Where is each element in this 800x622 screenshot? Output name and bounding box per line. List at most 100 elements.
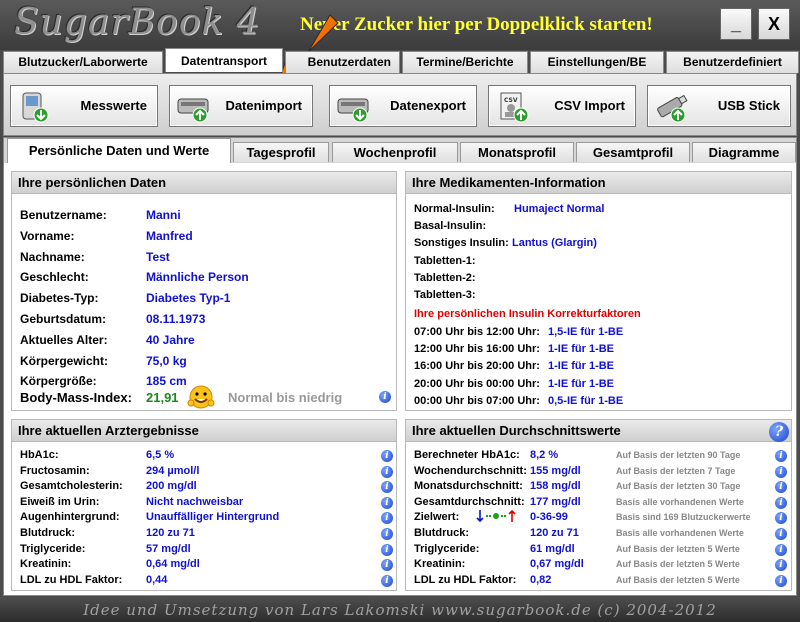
average-key: Berechneter HbA1c: xyxy=(414,449,520,461)
doctor-key: Eiweiß im Urin: xyxy=(20,495,100,508)
info-icon[interactable]: i xyxy=(381,450,393,462)
doctor-key: Kreatinin: xyxy=(20,558,72,571)
medication-key: Normal-Insulin: xyxy=(414,203,495,215)
average-basis: Auf Basis der letzten 7 Tage xyxy=(616,465,736,476)
tab-gesamtprofil[interactable]: Gesamtprofil xyxy=(576,142,690,162)
medication-key: Tabletten-1: xyxy=(414,254,476,267)
average-value: 0,82 xyxy=(530,573,552,586)
personal-value: Test xyxy=(146,249,170,264)
info-icon[interactable]: i xyxy=(775,465,787,478)
help-icon[interactable]: ? xyxy=(769,422,789,442)
minimize-button[interactable]: _ xyxy=(720,8,752,40)
average-value: 158 mg/dl xyxy=(530,480,581,493)
personal-key: Geschlecht: xyxy=(20,270,89,285)
doctor-key: Fructosamin: xyxy=(20,464,90,477)
info-icon[interactable]: i xyxy=(381,543,393,556)
datenimport-button[interactable]: Datenimport xyxy=(169,85,313,127)
info-icon[interactable]: i xyxy=(775,450,787,462)
doctor-value: 120 zu 71 xyxy=(146,527,195,539)
info-icon[interactable]: i xyxy=(775,496,787,509)
correction-time: 12:00 Uhr bis 16:00 Uhr: xyxy=(414,343,540,356)
tab-diagramme[interactable]: Diagramme xyxy=(692,142,796,162)
doctor-key: HbA1c: xyxy=(20,449,59,461)
info-icon[interactable]: i xyxy=(381,574,393,587)
doctor-value: 200 mg/dl xyxy=(146,480,197,493)
promo-text[interactable]: Neuer Zucker hier per Doppelklick starte… xyxy=(300,14,653,36)
pda-icon xyxy=(22,92,49,123)
info-icon[interactable]: i xyxy=(381,559,393,572)
personal-key: Körpergewicht: xyxy=(20,353,109,368)
personal-data-title: Ihre persönlichen Daten xyxy=(12,172,396,194)
correction-value: 1-IE für 1-BE xyxy=(548,377,615,390)
close-button[interactable]: X xyxy=(758,8,790,40)
info-icon[interactable]: i xyxy=(379,391,391,403)
average-value: 177 mg/dl xyxy=(530,495,581,508)
info-icon[interactable]: i xyxy=(381,496,393,509)
tab-persoenliche-daten[interactable]: Persönliche Daten und Werte xyxy=(7,138,231,164)
sub-tabs: Persönliche Daten und Werte Tagesprofil … xyxy=(3,137,797,164)
average-key: Wochendurchschnitt: xyxy=(414,464,527,477)
average-key: Zielwert: xyxy=(414,511,460,524)
usb-stick-button[interactable]: USB Stick xyxy=(647,85,791,127)
info-icon[interactable]: i xyxy=(775,528,787,540)
datenimport-label: Datenimport xyxy=(225,98,302,113)
messwerte-button[interactable]: Messwerte xyxy=(10,85,158,127)
personal-value: 40 Jahre xyxy=(146,332,195,347)
info-icon[interactable]: i xyxy=(775,543,787,556)
personal-key: Geburtsdatum: xyxy=(20,312,107,326)
average-value: 0,67 mg/dl xyxy=(530,558,584,571)
averages-panel: Ihre aktuellen Durchschnittswerte ? Bere… xyxy=(405,419,792,591)
personal-key: Vorname: xyxy=(20,228,75,243)
info-icon[interactable]: i xyxy=(381,528,393,540)
tab-monatsprofil[interactable]: Monatsprofil xyxy=(460,142,574,162)
doctor-value: 57 mg/dl xyxy=(146,542,191,555)
drive-export-icon xyxy=(337,98,369,123)
tab-einstellungen[interactable]: Einstellungen/BE xyxy=(530,51,664,73)
tab-tagesprofil[interactable]: Tagesprofil xyxy=(233,142,329,162)
personal-key: Benutzername: xyxy=(20,208,107,222)
personal-data-panel: Ihre persönlichen Daten Benutzername: Man… xyxy=(11,171,397,411)
info-icon[interactable]: i xyxy=(775,574,787,587)
datenexport-label: Datenexport xyxy=(390,98,466,113)
medication-key: Tabletten-2: xyxy=(414,271,476,284)
app-logo: SugarBook 4 xyxy=(14,2,261,43)
info-icon[interactable]: i xyxy=(775,512,787,525)
info-icon[interactable]: i xyxy=(775,481,787,494)
personal-key: Nachname: xyxy=(20,249,85,264)
correction-value: 1,5-IE für 1-BE xyxy=(548,326,624,338)
smiley-icon xyxy=(187,385,215,409)
bmi-label: Body-Mass-Index: xyxy=(20,390,132,405)
doctor-key: Triglyceride: xyxy=(20,542,86,555)
doctor-results-panel: Ihre aktuellen Arztergebnisse HbA1c: 6,5 … xyxy=(11,419,397,591)
csv-import-label: CSV Import xyxy=(554,98,625,113)
personal-value: 75,0 kg xyxy=(146,353,187,368)
info-icon[interactable]: i xyxy=(775,559,787,572)
info-icon[interactable]: i xyxy=(381,481,393,494)
datenexport-button[interactable]: Datenexport xyxy=(329,85,477,127)
personal-value: Männliche Person xyxy=(146,270,249,285)
medication-key: Tabletten-3: xyxy=(414,289,476,301)
tab-termine[interactable]: Termine/Berichte xyxy=(402,51,528,73)
info-icon[interactable]: i xyxy=(381,465,393,478)
average-basis: Auf Basis der letzten 5 Werte xyxy=(616,574,740,585)
tab-benutzerdaten[interactable]: Benutzerdaten xyxy=(285,51,400,73)
doctor-value: Nicht nachweisbar xyxy=(146,495,244,508)
correction-value: 1-IE für 1-BE xyxy=(548,343,615,356)
average-basis: Auf Basis der letzten 5 Werte xyxy=(616,543,740,554)
csv-import-button[interactable]: CSV CSV Import xyxy=(488,85,636,127)
tab-blutzucker[interactable]: Blutzucker/Laborwerte xyxy=(3,51,163,73)
correction-time: 00:00 Uhr bis 07:00 Uhr: xyxy=(414,394,540,407)
personal-key: Aktuelles Alter: xyxy=(20,332,108,347)
tab-benutzerdefiniert[interactable]: Benutzerdefiniert xyxy=(666,51,799,73)
medication-title: Ihre Medikamenten-Information xyxy=(406,172,791,194)
tab-datentransport[interactable]: Datentransport xyxy=(165,48,283,72)
average-value: 61 mg/dl xyxy=(530,542,575,555)
doctor-key: Augenhintergrund: xyxy=(20,511,120,524)
doctor-value: 294 µmol/l xyxy=(146,464,200,477)
doctor-key: Gesamtcholesterin: xyxy=(20,480,123,493)
tab-wochenprofil[interactable]: Wochenprofil xyxy=(332,142,458,162)
doctor-value: 0,44 xyxy=(146,573,168,586)
info-icon[interactable]: i xyxy=(381,512,393,525)
medication-key: Sonstiges Insulin: xyxy=(414,237,509,250)
average-value: 8,2 % xyxy=(530,449,559,461)
